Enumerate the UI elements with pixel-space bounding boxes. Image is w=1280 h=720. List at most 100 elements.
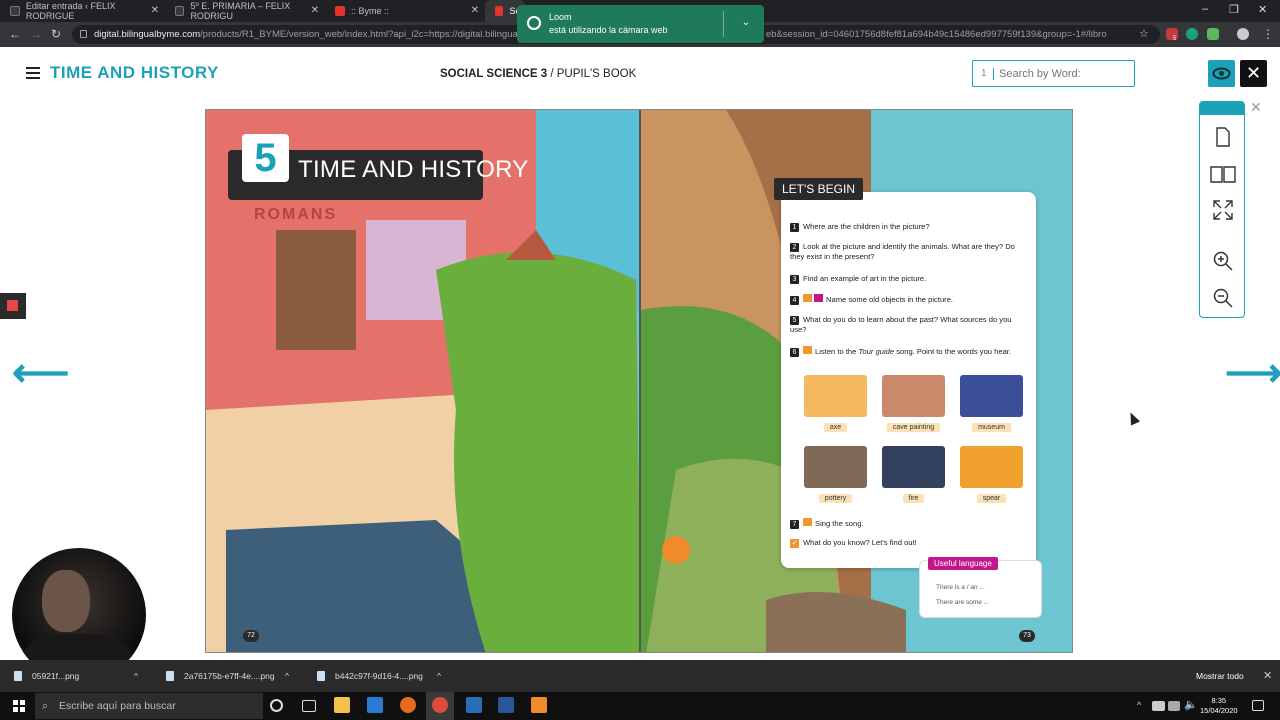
back-icon[interactable]: ←: [9, 27, 21, 41]
view-toggle-button[interactable]: [1208, 60, 1235, 87]
battery-icon[interactable]: [1168, 701, 1180, 711]
next-page-arrow[interactable]: ⟶: [1225, 350, 1280, 396]
app-icon[interactable]: [531, 697, 547, 713]
menu-dots-icon[interactable]: ⋮: [1262, 27, 1274, 41]
thumbnail-image: [804, 446, 867, 488]
record-stop-button[interactable]: [0, 293, 26, 319]
volume-icon[interactable]: 🔈: [1184, 698, 1198, 711]
download-item[interactable]: 2a76175b-e7ff-4e....png: [166, 660, 275, 692]
question-item: 5 What do you do to learn about the past?…: [790, 315, 1030, 335]
chevron-down-icon[interactable]: ⌄: [742, 17, 750, 28]
chrome-icon: [432, 697, 448, 713]
double-page-icon[interactable]: [1209, 163, 1237, 185]
chevron-up-icon[interactable]: ^: [134, 660, 138, 692]
question-text: song. Point to the words you hear.: [894, 347, 1012, 356]
profile-avatar[interactable]: [1237, 28, 1249, 40]
search-input[interactable]: [999, 66, 1129, 82]
speak-icon: [814, 294, 823, 302]
useful-language-box: Useful language There is a / an ... Ther…: [919, 557, 1042, 618]
extension-icon[interactable]: [1207, 28, 1219, 40]
taskbar-search[interactable]: ⌕ Escribe aquí para buscar: [35, 693, 263, 719]
book-title-bold: SOCIAL SCIENCE 3: [440, 68, 548, 80]
close-tab-icon[interactable]: ✕: [151, 5, 159, 16]
thumbnail-image: [960, 446, 1023, 488]
bookmark-star-icon[interactable]: ☆: [1139, 27, 1149, 40]
wordpress-icon: [10, 6, 20, 16]
browser-tab[interactable]: Editar entrada ‹ FELIX RODRIGUE ✕: [0, 0, 165, 22]
toolbar-header: [1200, 102, 1244, 115]
thumbnail-label: pottery: [804, 494, 867, 503]
file-explorer-icon[interactable]: [334, 697, 350, 713]
browser-tab[interactable]: 5º E. PRIMARIA – FELIX RODRIGU ✕: [165, 0, 325, 22]
checkbox-icon: ✓: [790, 539, 799, 548]
question-number: 1: [790, 223, 799, 232]
download-filename: 2a76175b-e7ff-4e....png: [184, 671, 275, 681]
url-host: digital.bilingualbyme.com: [94, 29, 201, 40]
book-title-rest: / PUPIL'S BOOK: [547, 68, 637, 80]
thumbnail-label: museum: [960, 423, 1023, 432]
loom-icon: [527, 16, 541, 30]
thumbnail-image: [960, 375, 1023, 417]
book-spread[interactable]: 5 TIME AND HISTORY ROMANS LET'S BEGIN 1W…: [205, 109, 1073, 653]
url-path: /products/R1_BYME/version_web/index.html…: [200, 29, 520, 40]
chevron-up-icon[interactable]: ^: [437, 660, 441, 692]
loom-notification[interactable]: Loom está utilizando la cámara web ⌄: [517, 5, 764, 43]
forward-icon[interactable]: →: [30, 27, 42, 41]
question-text: Where are the children in the picture?: [803, 222, 930, 231]
page-number-left: 72: [243, 630, 259, 642]
question-number: 6: [790, 348, 799, 357]
question-text: Look at the picture and identify the ani…: [790, 242, 1015, 261]
question-item: 1 Where are the children in the picture?: [790, 222, 1030, 232]
minimize-icon[interactable]: –: [1202, 3, 1208, 15]
windows-start-icon[interactable]: [13, 700, 25, 712]
extension-icon[interactable]: [1186, 28, 1198, 40]
firefox-icon[interactable]: [400, 697, 416, 713]
app-title: TIME AND HISTORY: [50, 63, 219, 82]
download-item[interactable]: b442c97f-9d16-4....png: [317, 660, 423, 692]
taskbar-clock[interactable]: 8:35 15/04/2020: [1200, 696, 1238, 716]
loom-title: Loom: [549, 12, 572, 22]
task-view-icon[interactable]: [302, 700, 316, 712]
thumbnail-image: [804, 375, 867, 417]
tab-label: :: Byme ::: [351, 6, 390, 16]
mail-icon[interactable]: [367, 697, 383, 713]
app-icon[interactable]: [466, 697, 482, 713]
question-text-emphasis: Tour guide: [858, 347, 895, 356]
browser-tab[interactable]: :: Byme :: ✕: [325, 0, 485, 22]
pair-icon: [803, 294, 812, 302]
chevron-up-icon[interactable]: ^: [285, 660, 289, 692]
close-viewer-button[interactable]: ✕: [1240, 60, 1267, 87]
audio-icon[interactable]: [803, 518, 812, 526]
zoom-out-icon[interactable]: [1212, 287, 1234, 309]
close-toolbar-icon[interactable]: ✕: [1250, 99, 1262, 116]
close-downloads-icon[interactable]: ✕: [1263, 669, 1272, 682]
close-tab-icon[interactable]: ✕: [471, 5, 479, 16]
downloads-bar: 05921f...png ^ 2a76175b-e7ff-4e....png ^…: [0, 660, 1280, 692]
search-icon: ⌕: [42, 700, 48, 712]
question-text: What do you do to learn about the past? …: [790, 315, 1012, 334]
show-all-button[interactable]: Mostrar todo: [1196, 671, 1244, 681]
question-number: 3: [790, 275, 799, 284]
thumbnail-label: fire: [882, 494, 945, 503]
fullscreen-icon[interactable]: [1212, 199, 1234, 221]
notifications-icon[interactable]: [1252, 700, 1264, 711]
close-tab-icon[interactable]: ✕: [311, 5, 319, 16]
close-window-icon[interactable]: ✕: [1258, 3, 1267, 16]
network-icon[interactable]: [1152, 701, 1165, 711]
reload-icon[interactable]: ↻: [51, 27, 61, 41]
zoom-in-icon[interactable]: [1212, 250, 1234, 272]
previous-page-arrow[interactable]: ⟵: [12, 350, 69, 396]
single-page-icon[interactable]: [1212, 126, 1234, 148]
word-icon[interactable]: [498, 697, 514, 713]
thumbnail-label-text: museum: [972, 423, 1011, 432]
book-title: SOCIAL SCIENCE 3 / PUPIL'S BOOK: [440, 68, 636, 80]
maximize-icon[interactable]: ❐: [1229, 3, 1239, 16]
hamburger-menu-icon[interactable]: [26, 67, 40, 79]
mouse-cursor: [1125, 410, 1141, 426]
cortana-icon[interactable]: [270, 699, 283, 712]
tray-chevron-icon[interactable]: ^: [1137, 700, 1141, 710]
page-number-field[interactable]: 1: [981, 68, 994, 80]
audio-icon[interactable]: [803, 346, 812, 354]
thumbnail-label-text: cave painting: [886, 423, 941, 432]
download-item[interactable]: 05921f...png: [14, 660, 79, 692]
